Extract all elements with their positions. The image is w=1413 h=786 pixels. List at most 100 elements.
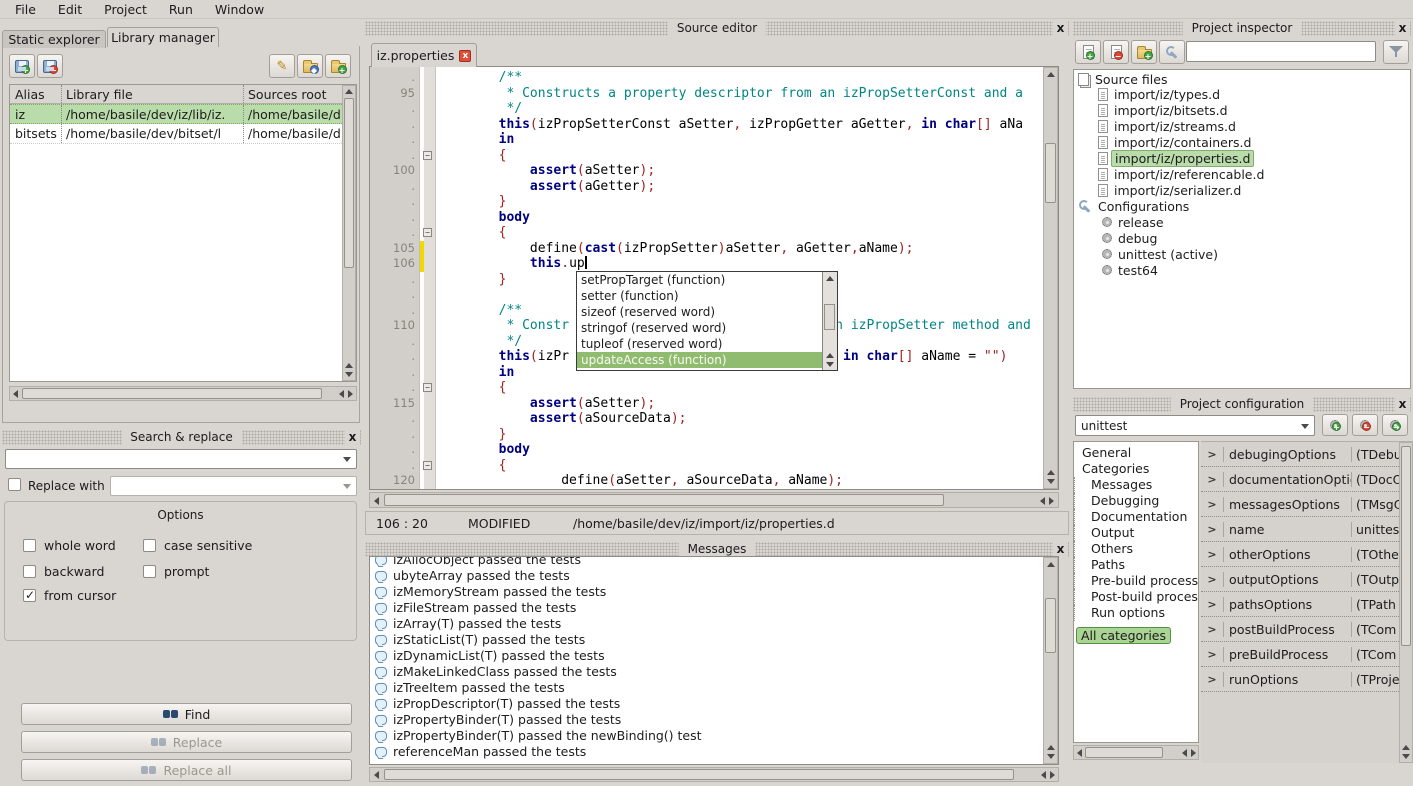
option-checkbox[interactable] xyxy=(23,565,36,578)
filter-button[interactable] xyxy=(1383,40,1409,64)
option-row[interactable]: >runOptions(TProje xyxy=(1201,667,1399,692)
message-item[interactable]: izFileStream passed the tests xyxy=(373,599,1042,615)
category-item[interactable]: Post-build process xyxy=(1074,589,1198,605)
expand-icon[interactable]: > xyxy=(1201,573,1223,586)
option-checkbox[interactable] xyxy=(23,589,36,602)
configuration-options-grid[interactable]: >debugingOptions(TDebu>documentationOpti… xyxy=(1201,441,1413,763)
option-row[interactable]: >nameunittest xyxy=(1201,517,1399,542)
tree-configuration-item[interactable]: debug xyxy=(1074,230,1410,246)
close-project-configuration[interactable]: x xyxy=(1395,396,1410,412)
editor-tab[interactable]: iz.properties x xyxy=(371,43,477,67)
library-table[interactable]: AliasLibrary fileSources root iz/home/ba… xyxy=(9,84,357,382)
message-item[interactable]: izDynamicList(T) passed the tests xyxy=(373,647,1042,663)
category-item[interactable]: Run options xyxy=(1074,605,1198,621)
completion-item[interactable]: setPropTarget (function) xyxy=(577,272,822,288)
fold-marker-icon[interactable]: − xyxy=(423,383,432,392)
tab-library-manager[interactable]: Library manager xyxy=(107,27,219,47)
fold-marker-icon[interactable]: − xyxy=(423,151,432,160)
option-row[interactable]: >documentationOptions(TDocO xyxy=(1201,467,1399,492)
message-item[interactable]: izMakeLinkedClass passed the tests xyxy=(373,663,1042,679)
menu-window[interactable]: Window xyxy=(204,1,275,18)
option-row[interactable]: >messagesOptions(TMsgO xyxy=(1201,492,1399,517)
category-top-categories[interactable]: Categories xyxy=(1074,461,1198,477)
message-item[interactable]: ubyteArray passed the tests xyxy=(373,567,1042,583)
expand-icon[interactable]: > xyxy=(1201,498,1223,511)
option-row[interactable]: >outputOptions(TOutp xyxy=(1201,567,1399,592)
add-library-button[interactable]: + xyxy=(9,54,35,78)
column-header[interactable]: Library file xyxy=(62,85,244,103)
add-source-button[interactable]: + xyxy=(1075,40,1101,64)
message-item[interactable]: izMemoryStream passed the tests xyxy=(373,583,1042,599)
configuration-categories[interactable]: GeneralCategoriesMessagesDebuggingDocume… xyxy=(1073,441,1199,743)
replace-input[interactable] xyxy=(110,476,357,496)
message-item[interactable]: izPropDescriptor(T) passed the tests xyxy=(373,695,1042,711)
close-source-editor[interactable]: x xyxy=(1053,20,1068,36)
tree-file-item[interactable]: import/iz/containers.d xyxy=(1074,134,1410,150)
column-header[interactable]: Sources root xyxy=(244,85,342,103)
fold-marker-icon[interactable]: − xyxy=(423,461,432,470)
category-item[interactable]: Pre-build process xyxy=(1074,573,1198,589)
message-item[interactable]: izTreeItem passed the tests xyxy=(373,679,1042,695)
message-item[interactable]: izAllocObject passed the tests xyxy=(373,556,1042,567)
close-messages[interactable]: x xyxy=(1053,541,1068,557)
configuration-select[interactable]: unittest xyxy=(1075,415,1315,436)
options-vscrollbar[interactable] xyxy=(1399,442,1413,763)
messages-list[interactable]: izAllocObject passed the testsubyteArray… xyxy=(369,556,1059,765)
option-checkbox[interactable] xyxy=(143,565,156,578)
option-row[interactable]: >postBuildProcess(TCom xyxy=(1201,617,1399,642)
category-item[interactable]: Messages xyxy=(1074,477,1198,493)
library-table-hscrollbar[interactable] xyxy=(9,386,357,401)
expand-icon[interactable]: > xyxy=(1201,598,1223,611)
library-table-vscrollbar[interactable] xyxy=(342,85,356,381)
tree-file-item[interactable]: import/iz/serializer.d xyxy=(1074,182,1410,198)
completion-item[interactable]: setter (function) xyxy=(577,288,822,304)
expand-icon[interactable]: > xyxy=(1201,648,1223,661)
completion-item[interactable]: sizeof (reserved word) xyxy=(577,304,822,320)
option-checkbox[interactable] xyxy=(23,539,36,552)
replace-with-checkbox[interactable] xyxy=(8,478,21,491)
categories-hscrollbar[interactable] xyxy=(1073,745,1199,760)
tree-file-item[interactable]: import/iz/properties.d xyxy=(1074,150,1410,166)
tree-configuration-item[interactable]: test64 xyxy=(1074,262,1410,278)
expand-icon[interactable]: > xyxy=(1201,673,1223,686)
open-library-folder-button[interactable]: ◆ xyxy=(297,54,323,78)
close-tab-icon[interactable]: x xyxy=(459,50,471,62)
tree-file-item[interactable]: import/iz/types.d xyxy=(1074,86,1410,102)
search-input[interactable] xyxy=(5,449,357,469)
inspector-filter-input[interactable] xyxy=(1186,41,1376,62)
message-item[interactable]: izPropertyBinder(T) passed the tests xyxy=(373,711,1042,727)
find-button[interactable]: Find xyxy=(21,703,352,725)
expand-icon[interactable]: > xyxy=(1201,548,1223,561)
tree-root-source-files[interactable]: Source files xyxy=(1074,70,1410,86)
expand-icon[interactable]: > xyxy=(1201,623,1223,636)
completion-item[interactable]: stringof (reserved word) xyxy=(577,320,822,336)
clone-configuration-button[interactable]: ➜ xyxy=(1382,414,1408,436)
tree-file-item[interactable]: import/iz/referencable.d xyxy=(1074,166,1410,182)
project-settings-button[interactable] xyxy=(1159,40,1185,64)
message-item[interactable]: referenceMan passed the tests xyxy=(373,743,1042,759)
add-library-folder-button[interactable]: + xyxy=(325,54,351,78)
message-item[interactable]: izPropertyBinder(T) passed the newBindin… xyxy=(373,727,1042,743)
option-checkbox[interactable] xyxy=(143,539,156,552)
menu-run[interactable]: Run xyxy=(158,1,204,18)
category-item[interactable]: Others xyxy=(1074,541,1198,557)
remove-configuration-button[interactable]: − xyxy=(1352,414,1378,436)
expand-icon[interactable]: > xyxy=(1201,448,1223,461)
option-row[interactable]: >debugingOptions(TDebu xyxy=(1201,442,1399,467)
add-configuration-button[interactable]: + xyxy=(1322,414,1348,436)
completion-item[interactable]: tupleof (reserved word) xyxy=(577,336,822,352)
tree-configuration-item[interactable]: release xyxy=(1074,214,1410,230)
menu-file[interactable]: File xyxy=(4,1,47,18)
expand-icon[interactable]: > xyxy=(1201,523,1223,536)
replace-button[interactable]: Replace xyxy=(21,731,352,753)
editor-vscrollbar[interactable] xyxy=(1043,67,1058,489)
tree-configuration-item[interactable]: unittest (active) xyxy=(1074,246,1410,262)
replace-all-button[interactable]: Replace all xyxy=(21,759,352,781)
fold-marker-icon[interactable]: − xyxy=(423,228,432,237)
message-item[interactable]: izStaticList(T) passed the tests xyxy=(373,631,1042,647)
column-header[interactable]: Alias xyxy=(10,85,62,103)
project-inspector-tree[interactable]: Source filesimport/iz/types.dimport/iz/b… xyxy=(1073,69,1411,389)
expand-icon[interactable]: > xyxy=(1201,473,1223,486)
code-editor[interactable]: . /**95 * Constructs a property descript… xyxy=(369,66,1059,490)
library-row[interactable]: iz/home/basile/dev/iz/lib/iz./home/basil… xyxy=(10,104,342,124)
